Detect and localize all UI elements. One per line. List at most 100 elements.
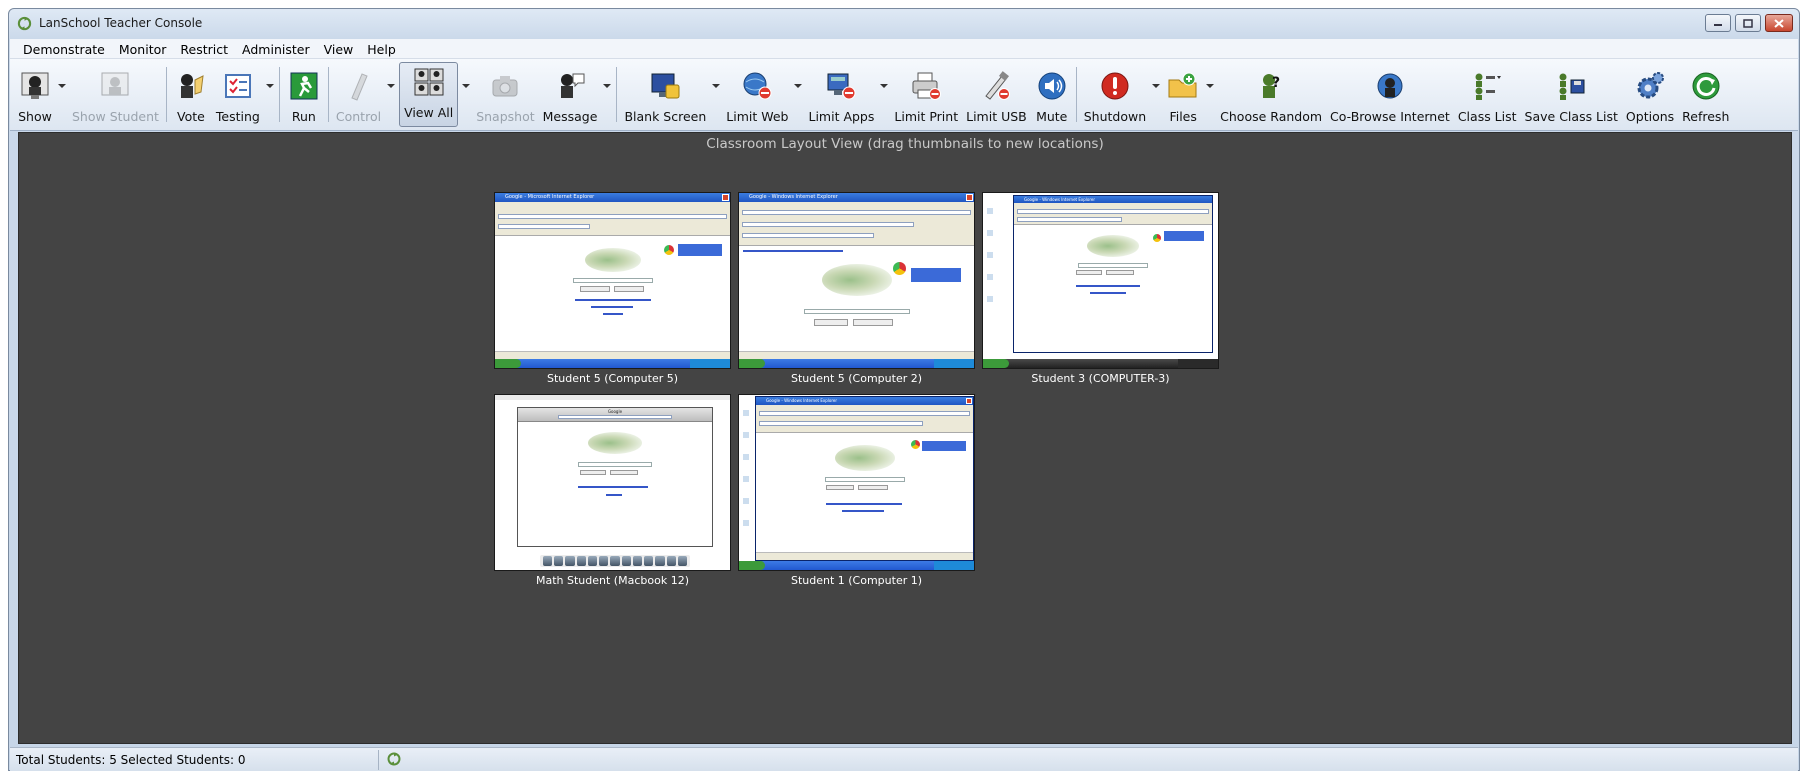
snapshot-button[interactable]: Snapshot — [472, 59, 538, 130]
choose-random-button[interactable]: ? Choose Random — [1216, 59, 1326, 130]
chevron-down-icon — [265, 83, 274, 88]
menu-monitor[interactable]: Monitor — [112, 39, 174, 58]
show-dropdown[interactable] — [56, 59, 68, 130]
view-all-grid-icon — [412, 65, 446, 99]
google-search-box — [1078, 263, 1148, 268]
message-label: Message — [542, 109, 598, 124]
mute-button[interactable]: Mute — [1031, 59, 1073, 130]
co-browse-button[interactable]: Co-Browse Internet — [1326, 59, 1454, 130]
files-label: Files — [1169, 109, 1197, 124]
power-icon — [1098, 69, 1132, 103]
classroom-layout-view[interactable]: Classroom Layout View (drag thumbnails t… — [18, 132, 1792, 744]
refresh-button[interactable]: Refresh — [1678, 59, 1733, 130]
status-bar: Total Students: 5 Selected Students: 0 — [10, 747, 1798, 771]
class-list-button[interactable]: Class List — [1454, 59, 1521, 130]
options-button[interactable]: Options — [1622, 59, 1678, 130]
limit-apps-button[interactable]: Limit Apps — [804, 59, 878, 130]
teacher-screen-icon — [18, 69, 52, 103]
app-window: LanSchool Teacher Console Demonstrate Mo… — [8, 8, 1800, 771]
browser-window-title: Google - Windows Internet Explorer — [1024, 197, 1096, 202]
google-homepage — [756, 433, 973, 552]
files-button[interactable]: Files — [1162, 59, 1204, 130]
chrome-logo-icon — [892, 261, 907, 276]
refresh-label: Refresh — [1682, 109, 1730, 124]
limit-usb-label: Limit USB — [966, 109, 1027, 124]
browser-titlebar: Google - Microsoft Internet Explorer — [495, 193, 730, 202]
folder-icon — [1166, 69, 1200, 103]
show-label: Show — [18, 109, 52, 124]
menu-demonstrate[interactable]: Demonstrate — [16, 39, 112, 58]
close-button[interactable] — [1765, 14, 1793, 32]
install-chrome-banner — [911, 268, 961, 282]
limit-print-button[interactable]: Limit Print — [890, 59, 962, 130]
window-title: LanSchool Teacher Console — [39, 16, 203, 30]
classroom-layout-title: Classroom Layout View (drag thumbnails t… — [706, 136, 1104, 152]
desktop-icons — [986, 207, 996, 317]
message-button[interactable]: Message — [539, 59, 602, 130]
show-student-button[interactable]: Show Student — [68, 59, 163, 130]
menu-view[interactable]: View — [317, 39, 361, 58]
vote-button[interactable]: Vote — [170, 59, 212, 130]
browser-toolbars — [739, 202, 974, 246]
chrome-logo-icon — [663, 244, 675, 256]
google-doodle-logo — [1087, 235, 1139, 257]
status-divider — [378, 750, 379, 770]
choose-random-label: Choose Random — [1220, 109, 1323, 124]
toolbar-separator — [1075, 67, 1077, 122]
blank-screen-dropdown[interactable] — [710, 59, 722, 130]
menu-restrict[interactable]: Restrict — [173, 39, 235, 58]
google-homepage — [739, 246, 974, 351]
save-class-list-button[interactable]: Save Class List — [1521, 59, 1622, 130]
maximize-button[interactable] — [1735, 14, 1761, 32]
google-homepage — [495, 236, 730, 351]
install-chrome-banner — [678, 244, 722, 256]
google-homepage — [518, 422, 712, 546]
control-button[interactable]: Control — [332, 59, 385, 130]
toolbar-separator — [327, 67, 329, 122]
show-button[interactable]: Show — [14, 59, 56, 130]
testing-button[interactable]: Testing — [212, 59, 264, 130]
run-button[interactable]: Run — [283, 59, 325, 130]
testing-dropdown[interactable] — [264, 59, 276, 130]
minimize-button[interactable] — [1705, 14, 1731, 32]
desktop-icons — [742, 409, 752, 541]
student-screen-preview: Google - Windows Internet Explorer — [982, 192, 1219, 369]
student-count-status: Total Students: 5 Selected Students: 0 — [16, 753, 246, 767]
menu-help-label: Help — [367, 42, 396, 57]
run-exit-icon — [287, 69, 321, 103]
limit-apps-dropdown[interactable] — [878, 59, 890, 130]
files-dropdown[interactable] — [1204, 59, 1216, 130]
google-doodle-logo — [584, 248, 641, 272]
taskbar — [983, 359, 1218, 368]
limit-usb-button[interactable]: Limit USB — [962, 59, 1031, 130]
control-dropdown[interactable] — [385, 59, 397, 130]
student-caption: Student 5 (Computer 2) — [790, 372, 923, 385]
mac-dock — [540, 555, 690, 567]
message-dropdown[interactable] — [601, 59, 613, 130]
mac-menubar — [495, 395, 730, 400]
shutdown-dropdown[interactable] — [1150, 59, 1162, 130]
toolbar-separator — [278, 67, 280, 122]
toolbar-separator — [616, 67, 618, 122]
snapshot-label: Snapshot — [476, 109, 535, 124]
limit-web-dropdown[interactable] — [792, 59, 804, 130]
menu-help[interactable]: Help — [360, 39, 403, 58]
student-caption: Student 3 (COMPUTER-3) — [1031, 372, 1170, 385]
run-label: Run — [291, 109, 316, 124]
view-all-dropdown[interactable] — [460, 59, 472, 130]
start-button-icon — [739, 359, 765, 368]
view-all-button[interactable]: View All — [399, 62, 459, 127]
show-student-label: Show Student — [72, 109, 159, 124]
install-chrome-banner — [922, 441, 966, 451]
svg-text:?: ? — [1272, 75, 1280, 91]
limit-web-label: Limit Web — [726, 109, 789, 124]
class-list-icon — [1470, 69, 1504, 103]
menu-administer[interactable]: Administer — [235, 39, 317, 58]
limit-web-button[interactable]: Limit Web — [722, 59, 792, 130]
title-bar[interactable]: LanSchool Teacher Console — [9, 9, 1799, 39]
blank-screen-button[interactable]: Blank Screen — [620, 59, 710, 130]
shutdown-button[interactable]: Shutdown — [1080, 59, 1150, 130]
limit-apps-label: Limit Apps — [808, 109, 875, 124]
student-screen-icon — [98, 69, 132, 103]
class-list-label: Class List — [1457, 109, 1517, 124]
